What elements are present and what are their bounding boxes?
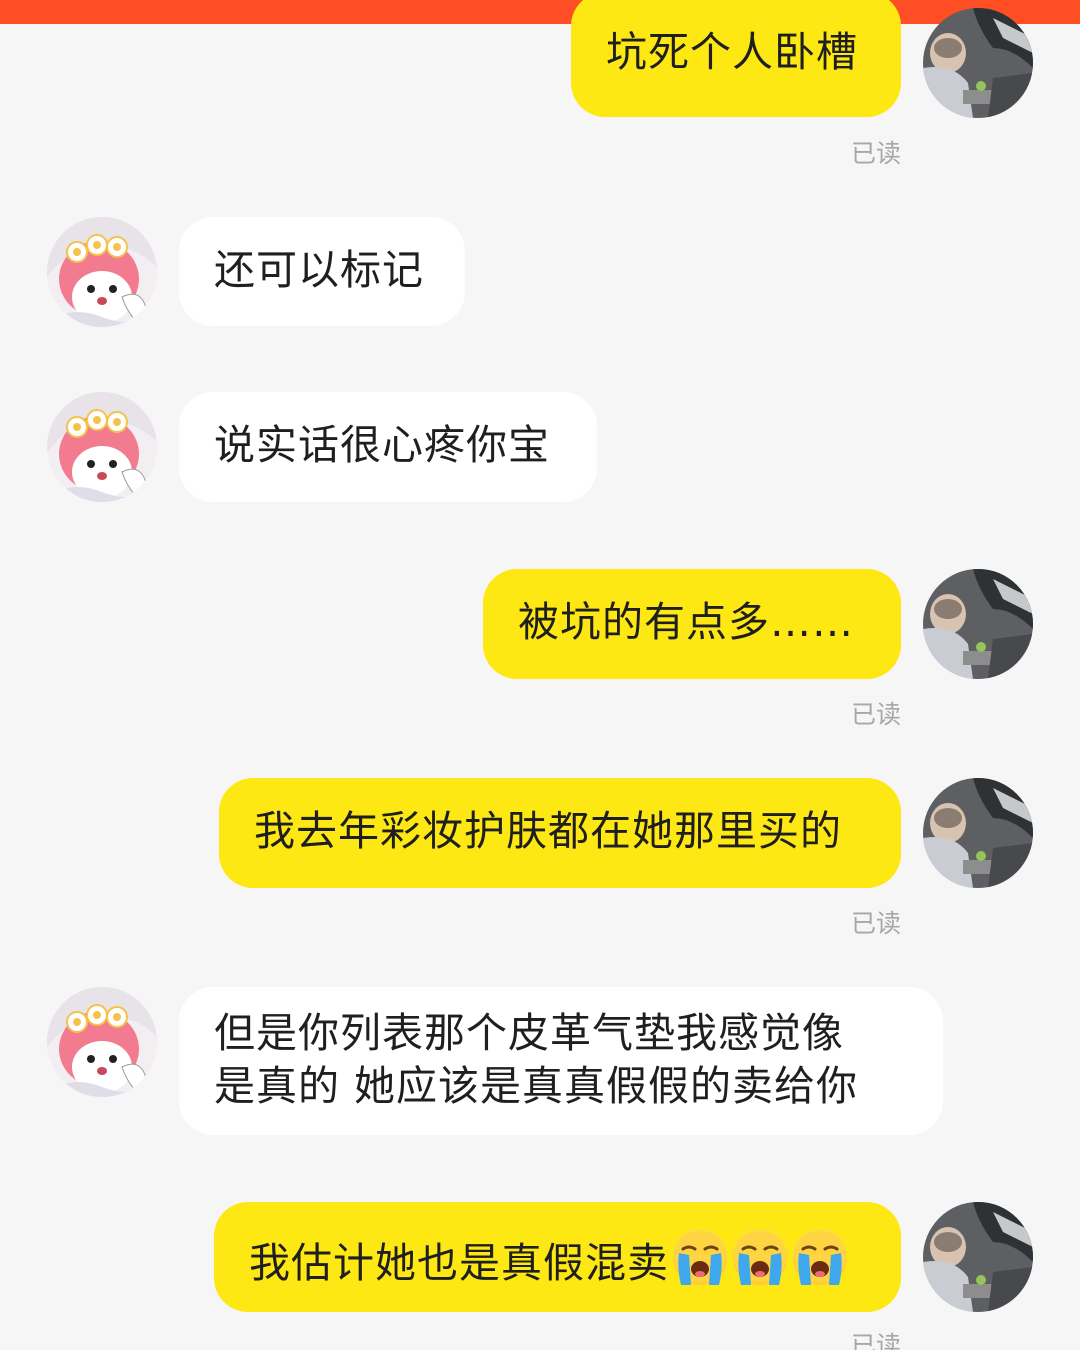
melody-avatar-icon xyxy=(47,217,157,327)
their-message-bubble[interactable]: 还可以标记 xyxy=(179,217,465,326)
contact-avatar[interactable] xyxy=(47,392,157,502)
chat-screen: 坑死个人卧槽 已读 还可以标记 说实话很心疼你宝 被坑的有点多…… 已读 我去年… xyxy=(0,0,1080,1350)
their-message-bubble[interactable]: 但是你列表那个皮革气垫我感觉像 是真的 她应该是真真假假的卖给你 xyxy=(179,987,943,1135)
loudly-crying-face-icon xyxy=(791,1229,849,1287)
loudly-crying-face-icon xyxy=(731,1229,789,1287)
their-message-bubble[interactable]: 说实话很心疼你宝 xyxy=(179,392,597,502)
my-avatar[interactable] xyxy=(923,778,1033,888)
message-line: 是真的 她应该是真真假假的卖给你 xyxy=(214,1062,859,1110)
photo-avatar-icon xyxy=(923,8,1033,118)
my-avatar[interactable] xyxy=(923,569,1033,679)
read-receipt: 已读 xyxy=(850,909,901,938)
my-message-bubble[interactable]: 坑死个人卧槽 xyxy=(571,0,901,117)
message-text: 被坑的有点多…… xyxy=(518,598,854,646)
photo-avatar-icon xyxy=(923,778,1033,888)
message-text: 还可以标记 xyxy=(214,246,424,294)
read-receipt: 已读 xyxy=(850,1331,901,1350)
my-avatar[interactable] xyxy=(923,1202,1033,1312)
contact-avatar[interactable] xyxy=(47,987,157,1097)
status-bar xyxy=(0,0,1080,24)
melody-avatar-icon xyxy=(47,392,157,502)
message-line: 但是你列表那个皮革气垫我感觉像 xyxy=(214,1009,844,1057)
my-message-bubble[interactable]: 我去年彩妆护肤都在她那里买的 xyxy=(219,778,901,888)
photo-avatar-icon xyxy=(923,569,1033,679)
my-message-bubble[interactable]: 被坑的有点多…… xyxy=(483,569,901,679)
message-text: 说实话很心疼你宝 xyxy=(214,421,550,469)
read-receipt: 已读 xyxy=(850,139,901,168)
message-text: 坑死个人卧槽 xyxy=(606,28,858,76)
photo-avatar-icon xyxy=(923,1202,1033,1312)
read-receipt: 已读 xyxy=(850,700,901,729)
melody-avatar-icon xyxy=(47,987,157,1097)
message-text: 我估计她也是真假混卖 xyxy=(249,1229,871,1290)
loudly-crying-face-icon xyxy=(671,1229,729,1287)
contact-avatar[interactable] xyxy=(47,217,157,327)
message-text: 我去年彩妆护肤都在她那里买的 xyxy=(254,807,842,855)
my-avatar[interactable] xyxy=(923,8,1033,118)
my-message-bubble[interactable]: 我估计她也是真假混卖 xyxy=(214,1202,901,1312)
